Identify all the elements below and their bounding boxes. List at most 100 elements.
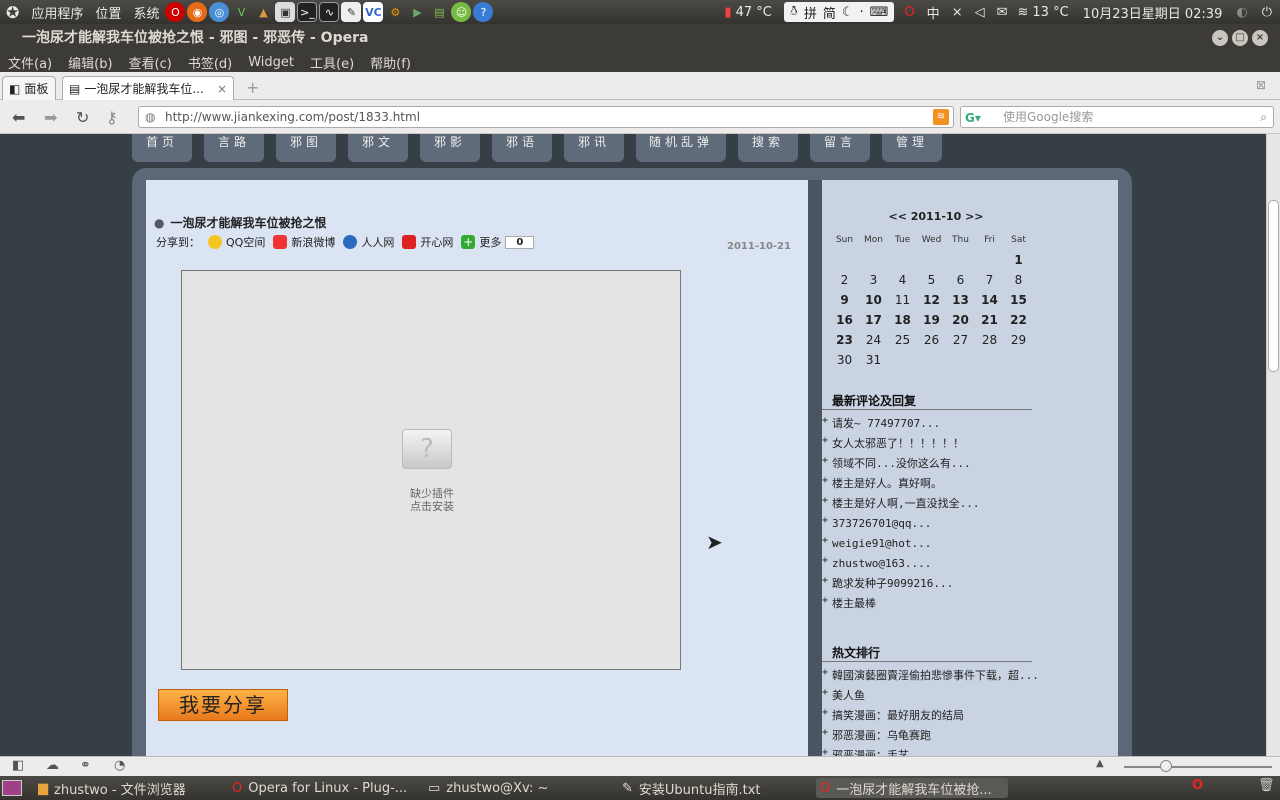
key-icon[interactable]: ⚷ xyxy=(106,108,118,127)
editor-launcher-icon[interactable]: ✎ xyxy=(341,2,362,22)
calendar-day[interactable]: 15 xyxy=(1004,293,1033,307)
comment-link[interactable]: 373726701@qq... xyxy=(822,511,1032,534)
ime-mode-simplified[interactable]: 简 xyxy=(823,3,836,22)
menu-tools[interactable]: 工具(e) xyxy=(310,53,354,72)
more-plus-icon[interactable]: + xyxy=(461,235,476,249)
opera-tray-icon[interactable]: O xyxy=(904,5,914,20)
task-file-browser[interactable]: ▆ zhustwo - 文件浏览器 xyxy=(38,778,214,798)
camera-launcher-icon[interactable]: ▣ xyxy=(275,2,296,22)
nav-tab-7[interactable]: 随机乱弹 xyxy=(636,134,726,162)
inkscape-launcher-icon[interactable]: ▲ xyxy=(253,2,273,22)
terminal-launcher-icon[interactable]: >_ xyxy=(297,2,318,22)
calendar-day[interactable]: 18 xyxy=(888,313,917,327)
address-field[interactable]: ◍ http://www.jiankexing.com/post/1833.ht… xyxy=(138,106,954,128)
calendar-day[interactable]: 19 xyxy=(917,313,946,327)
share-weibo[interactable]: 新浪微博 xyxy=(291,234,335,250)
volume-icon[interactable]: ◁ xyxy=(975,5,985,20)
task-opera-active[interactable]: O 一泡尿才能解我车位被抢... xyxy=(816,778,1008,798)
panel-toggle-tab[interactable]: ◧ 面板 xyxy=(2,76,56,100)
nav-tab-1[interactable]: 言路 xyxy=(204,134,264,162)
nav-tab-9[interactable]: 留言 xyxy=(810,134,870,162)
clock[interactable]: 10月23日星期日 02:39 xyxy=(1083,3,1223,22)
media-player-icon[interactable]: ▶ xyxy=(407,2,427,22)
comment-link[interactable]: 请发~ 77497707... xyxy=(822,411,1032,434)
system-monitor-icon[interactable]: ∿ xyxy=(319,2,340,22)
ime-mode-pinyin[interactable]: 拼 xyxy=(804,3,817,22)
menu-file[interactable]: 文件(a) xyxy=(8,53,52,72)
power-icon[interactable]: ⏻ xyxy=(1262,5,1272,20)
turbo-icon[interactable]: ◔ xyxy=(114,758,125,773)
comment-link[interactable]: 楼主是好人。真好啊。 xyxy=(822,471,1032,494)
network-icon[interactable]: ⨯ xyxy=(952,5,963,20)
calendar-day[interactable]: 13 xyxy=(946,293,975,307)
menu-places[interactable]: 位置 xyxy=(95,3,121,22)
opera-link-icon[interactable]: ⚭ xyxy=(80,758,91,773)
vim-launcher-icon[interactable]: V xyxy=(231,2,251,22)
opera-tray-bottom-icon[interactable]: O xyxy=(1192,778,1203,793)
calendar-day[interactable]: 22 xyxy=(1004,313,1033,327)
vc-launcher-icon[interactable]: VC xyxy=(363,2,384,22)
nav-tab-4[interactable]: 邪影 xyxy=(420,134,480,162)
calendar-day[interactable]: 10 xyxy=(859,293,888,307)
share-more[interactable]: 更多 xyxy=(479,234,501,250)
opera-launcher-icon[interactable]: O xyxy=(165,2,186,22)
nav-tab-6[interactable]: 邪讯 xyxy=(564,134,624,162)
share-button[interactable]: 我要分享 xyxy=(158,689,288,721)
calendar-day[interactable]: 9 xyxy=(830,293,859,307)
hot-post-link[interactable]: 韓國演藝圈賣淫偷拍悲慘事件下载，超... xyxy=(822,663,1039,686)
nav-tab-0[interactable]: 首页 xyxy=(132,134,192,162)
close-icon[interactable]: × xyxy=(1252,30,1268,46)
nav-tab-3[interactable]: 邪文 xyxy=(348,134,408,162)
task-text-editor[interactable]: ✎ 安装Ubuntu指南.txt xyxy=(622,778,808,798)
google-icon[interactable]: G▾ xyxy=(965,108,981,128)
calendar-day[interactable]: 17 xyxy=(859,313,888,327)
tab-close-icon[interactable]: × xyxy=(217,82,227,96)
zoom-slider-thumb[interactable] xyxy=(1160,760,1172,772)
renren-icon[interactable] xyxy=(343,235,358,249)
comment-link[interactable]: 领域不同...没你这么有... xyxy=(822,451,1032,474)
menu-help[interactable]: 帮助(f) xyxy=(370,53,411,72)
trash-icon[interactable]: 🗑︎ xyxy=(1258,778,1275,793)
firefox-launcher-icon[interactable]: ◉ xyxy=(187,2,208,22)
nav-tab-10[interactable]: 管理 xyxy=(882,134,942,162)
task-terminal[interactable]: ▭ zhustwo@Xv: ~ xyxy=(428,778,608,798)
comment-link[interactable]: zhustwo@163.... xyxy=(822,551,1032,574)
comment-link[interactable]: 楼主最棒 xyxy=(822,591,1032,614)
plugin-placeholder[interactable]: ? 缺少插件 点击安装 xyxy=(181,270,681,670)
calendar-day[interactable]: 21 xyxy=(975,313,1004,327)
post-title[interactable]: 一泡尿才能解我车位被抢之恨 xyxy=(170,214,326,231)
menu-bookmarks[interactable]: 书签(d) xyxy=(188,53,232,72)
page-scrollbar[interactable] xyxy=(1266,134,1280,756)
menu-edit[interactable]: 编辑(b) xyxy=(68,53,112,72)
zoom-up-icon[interactable]: ▲ xyxy=(1096,758,1104,769)
ubuntu-logo-icon[interactable]: ✪ xyxy=(6,3,19,22)
calendar-day[interactable]: 14 xyxy=(975,293,1004,307)
back-icon[interactable]: ⬅ xyxy=(12,108,25,127)
zoom-slider[interactable] xyxy=(1124,766,1272,768)
qzone-icon[interactable] xyxy=(208,235,222,249)
opera-unite-icon[interactable]: ☁ xyxy=(46,758,59,773)
ime-language[interactable]: 中 xyxy=(927,3,940,22)
keyboard-icon[interactable]: ⌨ xyxy=(870,5,889,20)
menu-applications[interactable]: 应用程序 xyxy=(31,3,83,22)
mail-icon[interactable]: ✉ xyxy=(997,5,1008,20)
maximize-icon[interactable]: □ xyxy=(1232,30,1248,46)
calendar-day[interactable]: 20 xyxy=(946,313,975,327)
dot-icon[interactable]: · xyxy=(860,5,864,20)
kaixin-icon[interactable] xyxy=(402,235,417,249)
moon-icon[interactable]: ☾ xyxy=(842,5,854,20)
forward-icon[interactable]: ➡ xyxy=(44,108,57,127)
comment-link[interactable]: weigie91@hot... xyxy=(822,531,1032,554)
hot-post-link[interactable]: 邪恶漫画：手艺 xyxy=(822,743,1039,756)
close-window-tab-icon[interactable]: ⊠ xyxy=(1256,78,1266,92)
help-launcher-icon[interactable]: ? xyxy=(473,2,494,22)
menu-system[interactable]: 系统 xyxy=(133,3,159,22)
share-renren[interactable]: 人人网 xyxy=(361,234,394,250)
hot-post-link[interactable]: 搞笑漫画：最好朋友的结局 xyxy=(822,703,1039,726)
rss-icon[interactable]: ≋ xyxy=(933,109,949,125)
frog-launcher-icon[interactable]: ☺ xyxy=(451,2,472,22)
reload-icon[interactable]: ↻ xyxy=(76,108,89,127)
nav-tab-2[interactable]: 邪图 xyxy=(276,134,336,162)
minimize-icon[interactable]: ⌄ xyxy=(1212,30,1228,46)
comment-link[interactable]: 楼主是好人啊,一直没找全... xyxy=(822,491,1032,514)
